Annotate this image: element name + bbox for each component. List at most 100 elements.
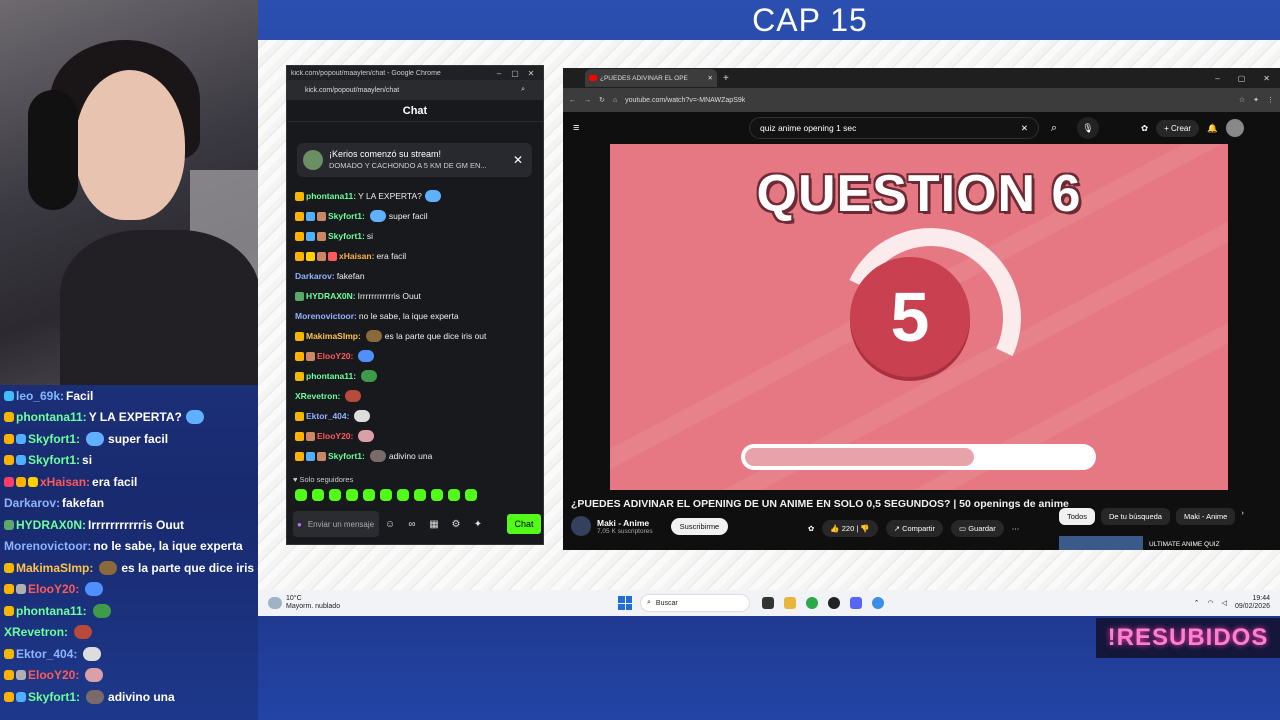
wifi-icon[interactable]: ◠ — [1207, 599, 1213, 607]
chat-username[interactable]: ElooY20: — [317, 351, 353, 361]
task-view-icon[interactable] — [762, 597, 774, 609]
chat-username[interactable]: Ektor_404: — [16, 647, 77, 661]
chat-username[interactable]: Skyfort1: — [28, 690, 80, 704]
chat-username[interactable]: ElooY20: — [317, 431, 353, 441]
kick-chat-window[interactable]: kick.com/popout/maaylen/chat - Google Ch… — [286, 65, 544, 545]
chat-username[interactable]: MakimaSImp: — [306, 331, 361, 341]
chat-username[interactable]: Skyfort1: — [28, 453, 80, 467]
create-button[interactable]: + Crear — [1156, 119, 1200, 137]
tab-youtube[interactable]: ¿PUEDES ADIVINAR EL OPE ✕ — [585, 69, 717, 87]
emoji-icon[interactable]: ☺ — [379, 519, 401, 530]
chat-username[interactable]: MakimaSImp: — [16, 561, 93, 575]
infinity-icon[interactable]: ∞ — [401, 519, 423, 530]
chat-username[interactable]: Skyfort1: — [328, 451, 365, 461]
more-icon[interactable]: ⋯ — [1012, 524, 1020, 533]
maximize-icon[interactable]: ▢ — [507, 69, 523, 78]
chat-username[interactable]: HYDRAX0N: — [306, 291, 356, 301]
volume-icon[interactable]: ◁ — [1222, 599, 1227, 607]
chevron-up-icon[interactable]: ⌃ — [1194, 599, 1200, 607]
store-icon[interactable]: ▦ — [423, 519, 445, 530]
extension-icon[interactable]: ✿ — [1141, 123, 1148, 134]
recommended-video[interactable]: ULTIMATE ANIME QUIZ — [1059, 536, 1220, 550]
app-icon[interactable] — [872, 597, 884, 609]
chat-username[interactable]: Morenovictoor: — [4, 539, 91, 553]
windows-start-icon[interactable] — [618, 596, 632, 610]
mic-icon[interactable]: 🎙 — [1077, 117, 1099, 139]
chat-username[interactable]: ElooY20: — [28, 668, 79, 682]
search-icon[interactable]: ⌕ — [1039, 122, 1069, 135]
address-bar[interactable]: kick.com/popout/maaylen/chat ⌕ — [287, 80, 543, 100]
close-icon[interactable]: ✕ — [523, 69, 539, 78]
close-icon[interactable]: ✕ — [1263, 74, 1270, 83]
chat-username[interactable]: Morenovictoor: — [295, 311, 357, 321]
clear-icon[interactable]: ✕ — [1021, 123, 1028, 134]
stream-start-notice[interactable]: ¡Kerios comenzó su stream! DOMADO Y CACH… — [297, 143, 532, 177]
mic-icon[interactable]: ● — [297, 520, 302, 529]
url-text[interactable]: kick.com/popout/maaylen/chat — [305, 87, 399, 94]
channel-name[interactable]: Maki - Anime — [597, 518, 653, 528]
search-input[interactable]: quiz anime opening 1 sec ✕ — [749, 117, 1039, 139]
clock[interactable]: 19:44 09/02/2026 — [1235, 595, 1270, 611]
chat-username[interactable]: Ektor_404: — [306, 411, 349, 421]
emote-icon[interactable] — [448, 489, 460, 501]
chat-username[interactable]: phontana11: — [16, 604, 87, 618]
save-button[interactable]: ▭ Guardar — [951, 520, 1004, 537]
chat-username[interactable]: Skyfort1: — [328, 231, 365, 241]
emote-icon[interactable] — [295, 489, 307, 501]
back-icon[interactable]: ← — [569, 97, 576, 104]
gear-icon[interactable]: ⚙ — [445, 519, 467, 530]
reload-icon[interactable]: ↻ — [599, 96, 605, 104]
send-chat-button[interactable]: Chat — [507, 514, 541, 534]
weather-widget[interactable]: 10°C Mayorm. nublado — [258, 595, 618, 611]
window-titlebar[interactable]: kick.com/popout/maaylen/chat - Google Ch… — [287, 66, 543, 80]
chat-username[interactable]: phontana11: — [306, 371, 356, 381]
discord-icon[interactable] — [850, 597, 862, 609]
youtube-browser-window[interactable]: ¿PUEDES ADIVINAR EL OPE ✕ + – ▢ ✕ ← → ↻ … — [563, 68, 1280, 550]
new-tab-icon[interactable]: + — [723, 73, 729, 84]
close-icon[interactable]: ✕ — [510, 153, 526, 167]
puzzle-icon[interactable]: ✦ — [467, 519, 489, 530]
maximize-icon[interactable]: ▢ — [1238, 74, 1246, 83]
chrome-icon[interactable] — [806, 597, 818, 609]
chat-username[interactable]: phontana11: — [306, 191, 356, 201]
close-icon[interactable]: ✕ — [708, 74, 713, 82]
emote-icon[interactable] — [346, 489, 358, 501]
emote-bar[interactable] — [295, 489, 477, 501]
minimize-icon[interactable]: – — [1215, 74, 1219, 83]
extension-icon[interactable]: ✿ — [808, 524, 814, 533]
chip-from-search[interactable]: De tu búsqueda — [1101, 508, 1170, 525]
channel-avatar[interactable] — [571, 516, 591, 536]
emote-icon[interactable] — [465, 489, 477, 501]
emote-icon[interactable] — [380, 489, 392, 501]
chat-username[interactable]: xHaisan: — [40, 475, 90, 489]
chat-username[interactable]: Skyfort1: — [28, 432, 80, 446]
menu-icon[interactable]: ⋮ — [1267, 96, 1274, 104]
folder-icon[interactable] — [784, 597, 796, 609]
emote-icon[interactable] — [329, 489, 341, 501]
home-icon[interactable]: ⌂ — [613, 97, 617, 104]
chat-username[interactable]: xHaisan: — [339, 251, 374, 261]
chat-username[interactable]: XRevetron: — [4, 625, 68, 639]
chat-username[interactable]: ElooY20: — [28, 582, 79, 596]
chat-username[interactable]: phontana11: — [16, 410, 87, 424]
chat-username[interactable]: Skyfort1: — [328, 211, 365, 221]
zoom-icon[interactable]: ⌕ — [521, 86, 525, 94]
forward-icon[interactable]: → — [584, 97, 591, 104]
address-bar[interactable]: ← → ↻ ⌂ youtube.com/watch?v=-MNAWZapS9k … — [563, 88, 1280, 112]
minimize-icon[interactable]: – — [491, 69, 507, 78]
chat-username[interactable]: XRevetron: — [295, 391, 340, 401]
like-button[interactable]: 👍 220 | 👎 — [822, 520, 878, 537]
bookmark-icon[interactable]: ☆ — [1239, 96, 1245, 104]
chat-username[interactable]: Darkarov: — [295, 271, 335, 281]
chevron-right-icon[interactable]: › — [1241, 508, 1244, 525]
subscribe-button[interactable]: Suscribirme — [670, 517, 729, 535]
emote-icon[interactable] — [363, 489, 375, 501]
obs-icon[interactable] — [828, 597, 840, 609]
video-player[interactable]: QUESTION 6 5 — [610, 144, 1228, 490]
chat-username[interactable]: leo_69k: — [16, 389, 64, 403]
video-thumbnail[interactable] — [1059, 536, 1143, 550]
chip-all[interactable]: Todos — [1059, 508, 1096, 525]
taskbar-search[interactable]: ⌕ Buscar — [640, 594, 750, 612]
chat-username[interactable]: Darkarov: — [4, 496, 60, 510]
bell-icon[interactable]: 🔔 — [1207, 123, 1218, 134]
